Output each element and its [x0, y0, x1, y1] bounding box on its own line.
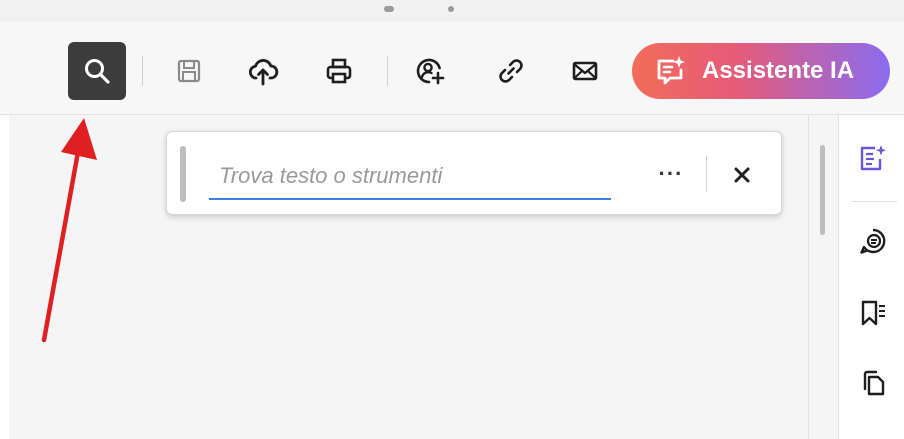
- link-button[interactable]: [482, 42, 540, 100]
- find-panel: ···: [166, 131, 782, 215]
- mail-button[interactable]: [556, 42, 614, 100]
- toolbar: Assistente IA: [0, 22, 904, 115]
- save-button[interactable]: [160, 42, 218, 100]
- ai-assistant-label: Assistente IA: [702, 57, 855, 84]
- cloud-upload-icon: [248, 59, 279, 86]
- window-drag-indicator: [384, 6, 394, 12]
- save-icon: [177, 59, 201, 83]
- search-icon: [85, 59, 110, 84]
- share-button[interactable]: [400, 42, 458, 100]
- ai-assistant-button[interactable]: Assistente IA: [632, 43, 890, 99]
- window-top-strip: [0, 0, 904, 22]
- find-input[interactable]: [209, 154, 611, 200]
- print-icon: [326, 58, 352, 84]
- upload-button[interactable]: [234, 42, 292, 100]
- left-edge: [0, 115, 9, 439]
- toolbar-separator: [142, 56, 143, 86]
- comment-icon: [860, 228, 886, 254]
- close-button[interactable]: [725, 158, 759, 192]
- more-options-button[interactable]: ···: [651, 158, 691, 190]
- comment-button[interactable]: [855, 223, 891, 259]
- vertical-scrollbar[interactable]: [808, 115, 839, 439]
- print-button[interactable]: [310, 42, 368, 100]
- pages-button[interactable]: [855, 365, 891, 401]
- find-panel-drag-handle[interactable]: [180, 146, 186, 202]
- link-icon: [499, 59, 523, 83]
- bookmark-icon: [861, 300, 885, 326]
- ai-chat-sparkle-icon: [657, 56, 685, 85]
- ai-summary-icon: [860, 145, 886, 171]
- share-user-icon: [416, 58, 445, 85]
- mail-icon: [572, 61, 598, 81]
- close-icon: [734, 167, 750, 183]
- find-panel-separator: [706, 156, 707, 192]
- right-tools-panel: [838, 115, 904, 439]
- ai-summary-button[interactable]: [855, 141, 891, 177]
- bookmark-button[interactable]: [855, 295, 891, 331]
- search-button[interactable]: [68, 42, 126, 100]
- scrollbar-thumb[interactable]: [820, 145, 825, 235]
- pages-icon: [863, 370, 885, 396]
- toolbar-separator: [387, 56, 388, 86]
- window-drag-indicator: [448, 6, 454, 12]
- panel-divider: [851, 201, 897, 202]
